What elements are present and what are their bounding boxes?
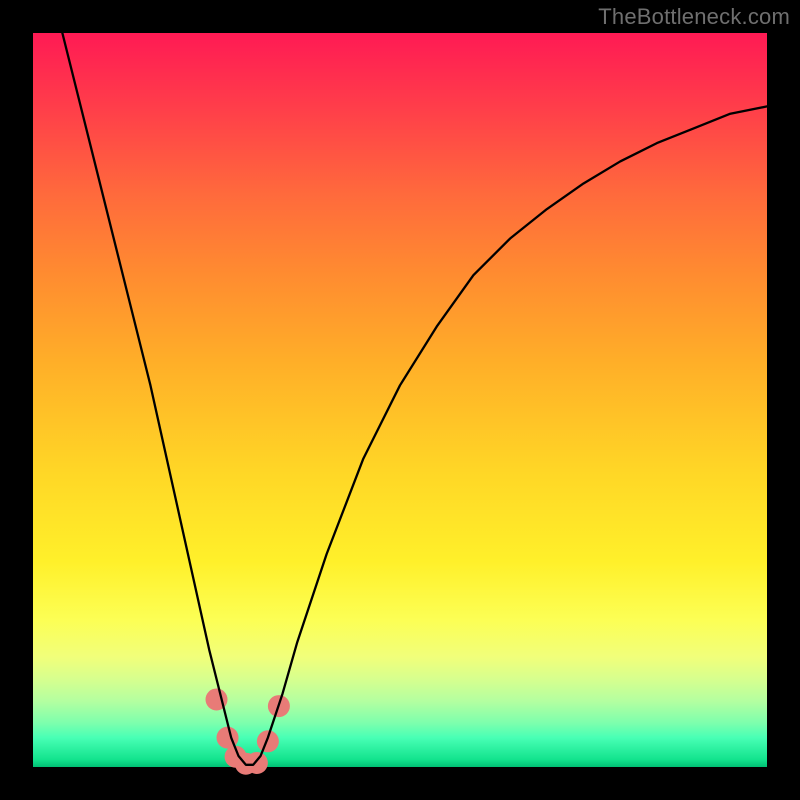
curve-marker [246,752,268,774]
chart-frame: TheBottleneck.com [0,0,800,800]
curve-markers [206,688,290,774]
curve-marker [257,730,279,752]
watermark-text: TheBottleneck.com [598,4,790,30]
bottleneck-curve [62,33,767,765]
chart-svg [0,0,800,800]
